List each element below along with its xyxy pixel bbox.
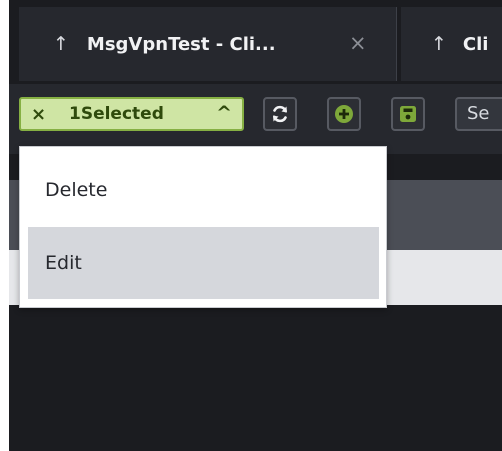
selection-dropdown[interactable]: × 1Selected ^ bbox=[19, 97, 244, 131]
save-icon bbox=[400, 106, 416, 122]
menu-item-edit[interactable]: Edit bbox=[28, 227, 379, 299]
refresh-button[interactable] bbox=[263, 97, 297, 131]
tab-msgvpntest[interactable]: ↑ MsgVpnTest - Cli... × bbox=[19, 7, 397, 81]
chevron-up-icon[interactable]: ^ bbox=[216, 102, 232, 124]
menu-item-delete[interactable]: Delete bbox=[28, 154, 379, 226]
clear-selection-icon[interactable]: × bbox=[31, 104, 51, 125]
tab-strip: ↑ MsgVpnTest - Cli... × ↑ Cli bbox=[9, 0, 502, 84]
arrow-up-icon: ↑ bbox=[431, 33, 447, 55]
add-button[interactable] bbox=[327, 97, 361, 131]
add-circle-icon bbox=[335, 105, 353, 123]
selection-actions-menu: Delete Edit bbox=[19, 146, 387, 308]
arrow-up-icon: ↑ bbox=[53, 33, 69, 55]
toolbar: × 1Selected ^ Se bbox=[9, 84, 502, 154]
toolbar-text-button[interactable]: Se bbox=[455, 97, 502, 131]
tab-label: MsgVpnTest - Cli... bbox=[86, 33, 276, 55]
save-button[interactable] bbox=[391, 97, 425, 131]
tab-second[interactable]: ↑ Cli bbox=[401, 7, 502, 81]
tab-label: Cli bbox=[462, 33, 489, 55]
refresh-icon bbox=[273, 105, 287, 123]
close-icon[interactable]: × bbox=[349, 31, 367, 55]
selection-count-label: 1Selected bbox=[69, 104, 164, 124]
